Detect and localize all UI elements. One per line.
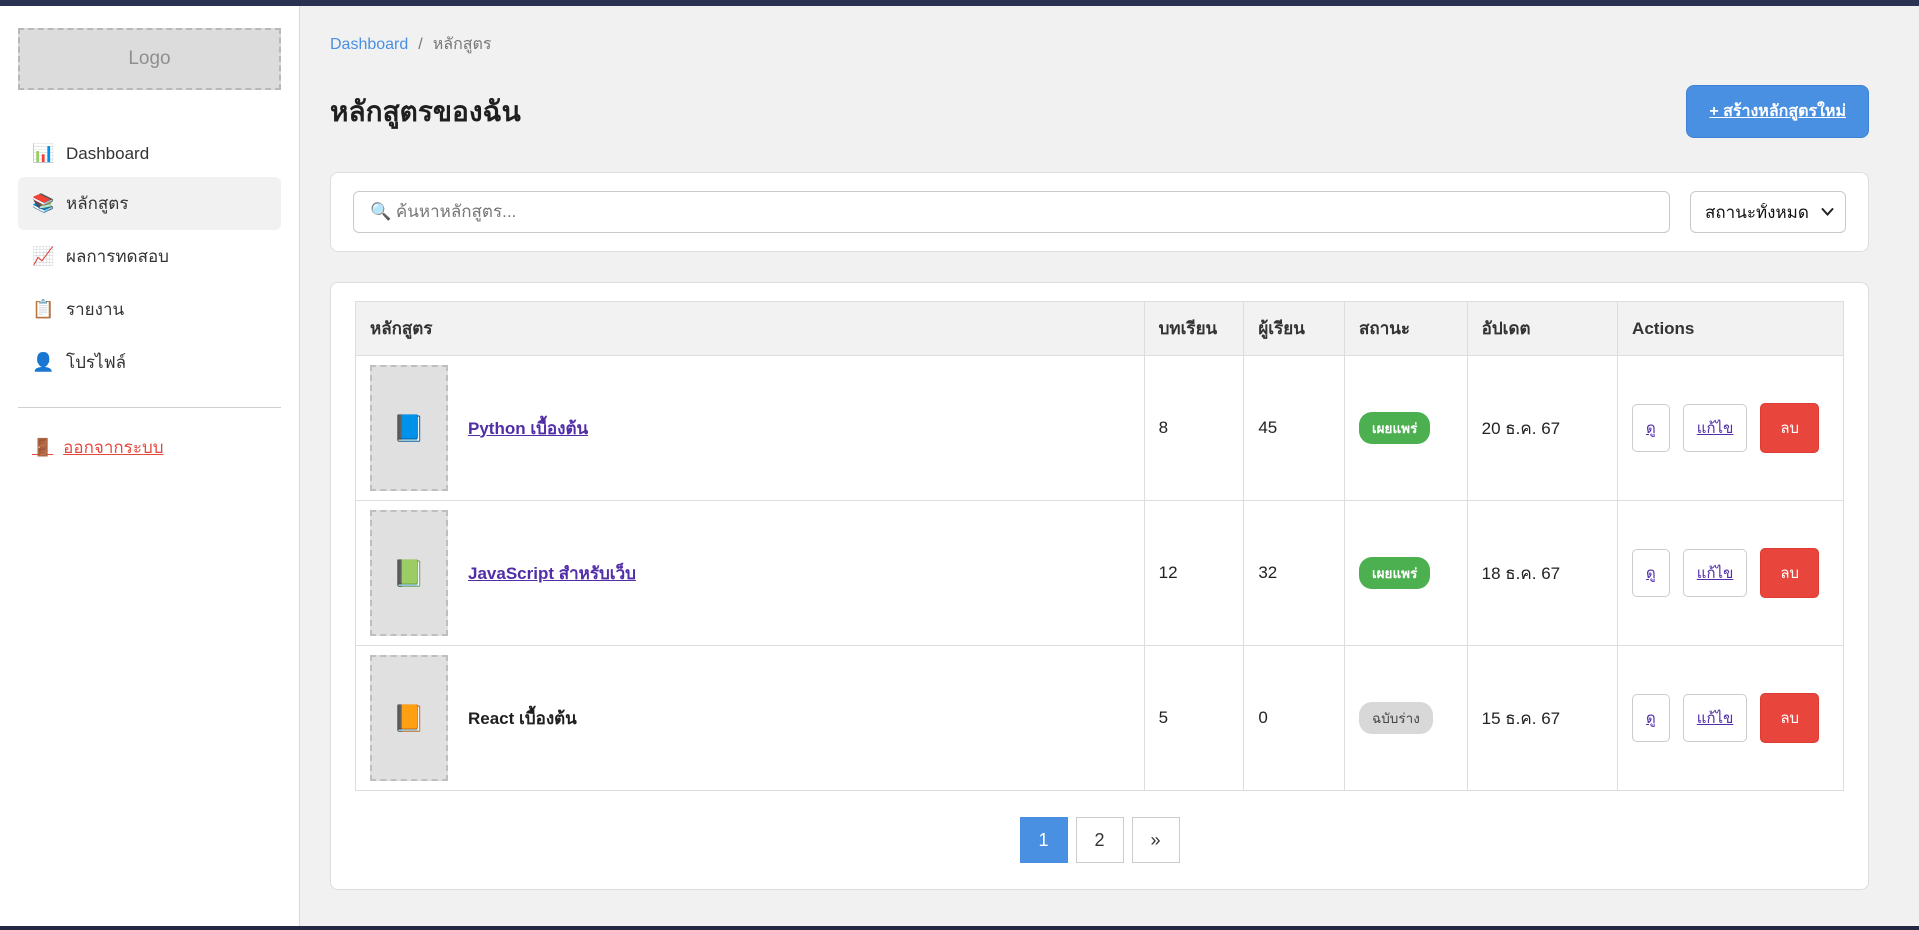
logo: Logo	[18, 28, 281, 90]
books-icon: 📚	[32, 193, 54, 214]
logout-link[interactable]: 🚪 ออกจากระบบ	[32, 434, 164, 461]
lessons-count: 12	[1144, 501, 1244, 646]
search-input[interactable]	[353, 191, 1670, 233]
edit-button[interactable]: แก้ไข	[1683, 404, 1748, 452]
door-icon: 🚪	[32, 438, 53, 458]
column-header-course: หลักสูตร	[356, 302, 1145, 356]
sidebar-item-dashboard[interactable]: 📊 Dashboard	[18, 130, 281, 177]
filter-card: สถานะทั้งหมด	[330, 172, 1869, 252]
clipboard-icon: 📋	[32, 299, 54, 320]
breadcrumb-dashboard-link[interactable]: Dashboard	[330, 36, 408, 54]
students-count: 45	[1244, 356, 1345, 501]
lessons-count: 8	[1144, 356, 1244, 501]
status-filter-select[interactable]: สถานะทั้งหมด	[1690, 191, 1846, 233]
courses-table-card: หลักสูตร บทเรียน ผู้เรียน สถานะ อัปเดต A…	[330, 282, 1869, 890]
bar-chart-icon: 📊	[32, 143, 54, 164]
table-header-row: หลักสูตร บทเรียน ผู้เรียน สถานะ อัปเดต A…	[356, 302, 1844, 356]
pagination-page-2[interactable]: 2	[1076, 817, 1124, 863]
view-button[interactable]: ดู	[1632, 694, 1670, 742]
updated-date: 15 ธ.ค. 67	[1467, 646, 1617, 791]
blue-book-icon: 📘	[393, 413, 425, 444]
course-title: React เบื้องต้น	[468, 705, 577, 732]
column-header-lessons: บทเรียน	[1144, 302, 1244, 356]
sidebar-item-label: ผลการทดสอบ	[66, 243, 169, 270]
updated-date: 18 ธ.ค. 67	[1467, 501, 1617, 646]
delete-button[interactable]: ลบ	[1760, 403, 1819, 453]
column-header-students: ผู้เรียน	[1244, 302, 1345, 356]
table-row: 📙 React เบื้องต้น 5 0 ฉบับร่าง 15 ธ.ค. 6…	[356, 646, 1844, 791]
sidebar-item-profile[interactable]: 👤 โปรไฟล์	[18, 336, 281, 389]
person-icon: 👤	[32, 352, 54, 373]
course-thumbnail-placeholder: 📙	[370, 655, 448, 781]
sidebar-item-courses[interactable]: 📚 หลักสูตร	[18, 177, 281, 230]
table-row: 📗 JavaScript สำหรับเว็บ 12 32 เผยแพร่ 18…	[356, 501, 1844, 646]
breadcrumb-current: หลักสูตร	[433, 32, 492, 57]
sidebar-item-reports[interactable]: 📋 รายงาน	[18, 283, 281, 336]
sidebar: Logo 📊 Dashboard 📚 หลักสูตร 📈 ผลการทดสอบ…	[0, 6, 300, 926]
course-thumbnail-placeholder: 📘	[370, 365, 448, 491]
view-button[interactable]: ดู	[1632, 404, 1670, 452]
status-badge: ฉบับร่าง	[1359, 702, 1433, 734]
edit-button[interactable]: แก้ไข	[1683, 549, 1748, 597]
chart-increasing-icon: 📈	[32, 246, 54, 267]
main-content: Dashboard / หลักสูตร หลักสูตรของฉัน + สร…	[300, 6, 1919, 926]
breadcrumb-separator: /	[418, 36, 422, 54]
sidebar-item-label: Dashboard	[66, 144, 149, 164]
view-button[interactable]: ดู	[1632, 549, 1670, 597]
edit-button[interactable]: แก้ไข	[1683, 694, 1748, 742]
column-header-actions: Actions	[1618, 302, 1844, 356]
pagination: 1 2 »	[355, 817, 1844, 863]
course-title-link[interactable]: JavaScript สำหรับเว็บ	[468, 560, 636, 587]
status-badge: เผยแพร่	[1359, 557, 1430, 589]
sidebar-item-label: โปรไฟล์	[66, 349, 126, 376]
create-course-button[interactable]: + สร้างหลักสูตรใหม่	[1686, 85, 1869, 138]
sidebar-item-label: รายงาน	[66, 296, 124, 323]
sidebar-divider	[18, 407, 281, 408]
create-course-label[interactable]: + สร้างหลักสูตรใหม่	[1709, 103, 1846, 120]
delete-button[interactable]: ลบ	[1760, 693, 1819, 743]
logo-text: Logo	[128, 48, 170, 70]
course-title-link[interactable]: Python เบื้องต้น	[468, 415, 588, 442]
logout-label: ออกจากระบบ	[63, 434, 163, 461]
students-count: 0	[1244, 646, 1345, 791]
course-thumbnail-placeholder: 📗	[370, 510, 448, 636]
column-header-updated: อัปเดต	[1467, 302, 1617, 356]
lessons-count: 5	[1144, 646, 1244, 791]
updated-date: 20 ธ.ค. 67	[1467, 356, 1617, 501]
status-badge: เผยแพร่	[1359, 412, 1430, 444]
table-row: 📘 Python เบื้องต้น 8 45 เผยแพร่ 20 ธ.ค. …	[356, 356, 1844, 501]
sidebar-item-label: หลักสูตร	[66, 190, 128, 217]
app-frame: Logo 📊 Dashboard 📚 หลักสูตร 📈 ผลการทดสอบ…	[0, 0, 1919, 930]
orange-book-icon: 📙	[393, 703, 425, 734]
sidebar-item-test-results[interactable]: 📈 ผลการทดสอบ	[18, 230, 281, 283]
column-header-status: สถานะ	[1345, 302, 1468, 356]
green-book-icon: 📗	[393, 558, 425, 589]
status-filter-wrap: สถานะทั้งหมด	[1690, 191, 1846, 233]
pagination-page-1[interactable]: 1	[1020, 817, 1068, 863]
breadcrumb: Dashboard / หลักสูตร	[330, 32, 1869, 57]
pagination-next[interactable]: »	[1132, 817, 1180, 863]
page-title: หลักสูตรของฉัน	[330, 90, 521, 134]
delete-button[interactable]: ลบ	[1760, 548, 1819, 598]
students-count: 32	[1244, 501, 1345, 646]
courses-table: หลักสูตร บทเรียน ผู้เรียน สถานะ อัปเดต A…	[355, 301, 1844, 791]
